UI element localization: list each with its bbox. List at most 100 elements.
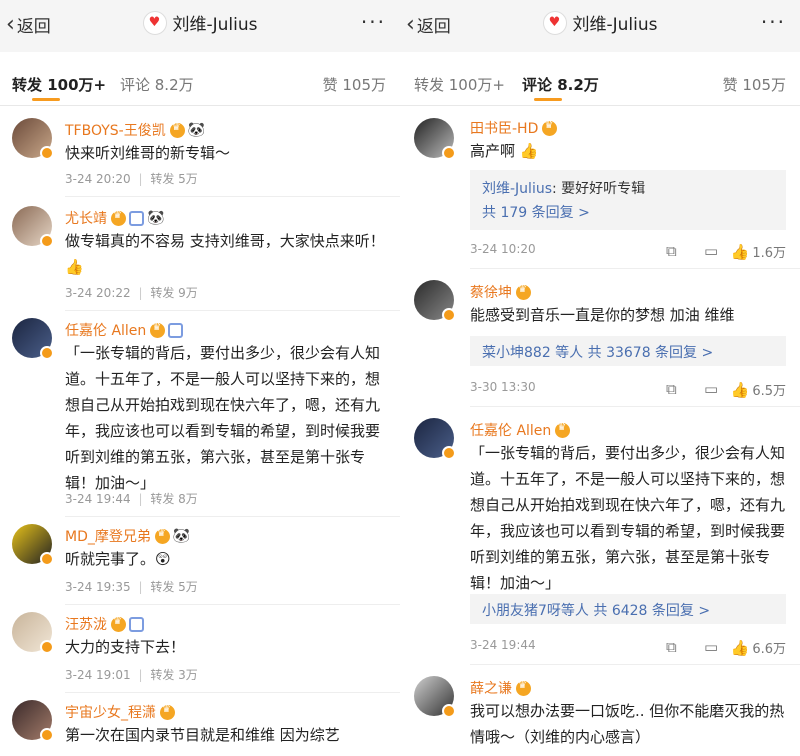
- tab-comment[interactable]: 评论 8.2万: [120, 74, 194, 95]
- crown-icon: [111, 616, 126, 632]
- top-bar: ‹ 返回 ♥ 刘维-Julius ···: [0, 0, 400, 52]
- divider: [65, 604, 400, 605]
- comment-panel: ‹ 返回 ♥ 刘维-Julius ··· 转发 100万+ 评论 8.2万 赞 …: [400, 0, 800, 756]
- post-content: 「一张专辑的背后，要付出多少，很少会有人知道。十五年了，不是一般人可以坚持下来的…: [65, 344, 381, 492]
- active-tab-indicator: [32, 98, 60, 101]
- tab-like[interactable]: 赞 105万: [323, 74, 386, 95]
- user-name-text: 田书臣-HD: [470, 121, 539, 137]
- post-content: 听就完事了。😲: [65, 550, 171, 568]
- shield-icon: [129, 616, 144, 632]
- user-name-text: 汪苏泷: [65, 617, 107, 633]
- post-meta: 3-24 19:01 | 转发 3万: [65, 668, 198, 682]
- crown-icon: [542, 120, 558, 136]
- user-name[interactable]: 汪苏泷: [65, 614, 144, 634]
- crown-icon: [516, 284, 531, 300]
- verified-badge-icon: [40, 346, 54, 360]
- reply-user[interactable]: 菜小坤882 等人: [482, 345, 583, 361]
- user-name[interactable]: 薛之谦: [470, 678, 531, 698]
- tab-like[interactable]: 赞 105万: [723, 74, 786, 95]
- like-button[interactable]: 👍 6.6万: [730, 638, 786, 658]
- thumb-up-icon: 👍: [730, 638, 750, 657]
- crown-icon: [516, 680, 531, 696]
- like-button[interactable]: 👍 1.6万: [731, 242, 786, 262]
- more-options-button[interactable]: ···: [361, 10, 386, 34]
- comment-content: 「一张专辑的背后，要付出多少，很少会有人知道。十五年了，不是一般人可以坚持下来的…: [470, 444, 786, 592]
- comment-icon[interactable]: ▭: [704, 242, 718, 260]
- user-name[interactable]: 任嘉伦 Allen: [470, 420, 571, 440]
- tab-bar: 转发 100万+ 评论 8.2万 赞 105万: [400, 52, 800, 106]
- reply-body: : 要好好听专辑: [552, 181, 646, 197]
- heart-icon: ♥: [148, 15, 161, 30]
- divider: [0, 105, 400, 106]
- more-options-button[interactable]: ···: [761, 10, 786, 34]
- like-button[interactable]: 👍 6.5万: [731, 380, 786, 400]
- reply-preview[interactable]: 菜小坤882 等人 共 33678 条回复 >: [470, 336, 786, 366]
- repost-count: 转发 5万: [150, 172, 198, 186]
- user-name-text: 薛之谦: [470, 681, 512, 697]
- comment-icon[interactable]: ▭: [704, 638, 718, 656]
- comment-time: 3-24 19:44: [470, 638, 536, 652]
- divider: [470, 406, 800, 407]
- post-time: 3-24 19:44: [65, 492, 131, 506]
- divider: [65, 692, 400, 693]
- share-icon[interactable]: ⧉: [666, 242, 677, 260]
- share-icon[interactable]: ⧉: [666, 380, 677, 398]
- tab-bar: 转发 100万+ 评论 8.2万 赞 105万: [0, 52, 400, 106]
- user-name-text: 任嘉伦 Allen: [470, 423, 552, 439]
- user-name-text: 蔡徐坤: [470, 285, 512, 301]
- crown-icon: [111, 210, 126, 226]
- verified-badge-icon: [442, 308, 456, 322]
- post-time: 3-24 19:01: [65, 668, 131, 682]
- reply-count-link[interactable]: 共 179 条回复 >: [482, 202, 590, 222]
- share-icon[interactable]: ⧉: [666, 638, 677, 656]
- crown-icon: [160, 704, 175, 720]
- repost-count: 转发 3万: [150, 668, 198, 682]
- post-time: 3-24 20:20: [65, 172, 131, 186]
- post-meta: 3-24 20:20 | 转发 5万: [65, 172, 198, 186]
- crown-icon: [154, 528, 170, 544]
- comment-time: 3-30 13:30: [470, 380, 536, 394]
- comment-actions: 3-24 10:20 ⧉ ▭ 👍 1.6万: [470, 242, 786, 262]
- tab-comment[interactable]: 评论 8.2万: [522, 74, 599, 95]
- reply-user[interactable]: 小朋友猪7呀等人: [482, 603, 589, 619]
- post-meta: 3-24 20:22 | 转发 9万: [65, 286, 198, 300]
- reply-preview[interactable]: 小朋友猪7呀等人 共 6428 条回复 >: [470, 594, 786, 624]
- comment-actions: 3-30 13:30 ⧉ ▭ 👍 6.5万: [470, 380, 786, 400]
- comment-time: 3-24 10:20: [470, 242, 536, 256]
- reply-user[interactable]: 刘维-Julius: [482, 181, 552, 197]
- crown-icon: [150, 322, 166, 338]
- shield-icon: [168, 322, 184, 338]
- user-name[interactable]: 任嘉伦 Allen: [65, 320, 184, 340]
- shield-icon: [129, 210, 144, 226]
- user-name[interactable]: 尤长靖 🐼: [65, 208, 164, 228]
- crown-icon: [169, 122, 185, 138]
- like-count: 1.6万: [752, 246, 786, 261]
- user-name[interactable]: 宇宙少女_程潇: [65, 702, 175, 722]
- post-meta: 3-24 19:35 | 转发 5万: [65, 580, 198, 594]
- tab-repost[interactable]: 转发 100万+: [414, 74, 505, 95]
- reply-text: 菜小坤882 等人 共 33678 条回复 >: [482, 342, 713, 362]
- tab-repost[interactable]: 转发 100万+: [12, 74, 106, 95]
- like-count: 6.5万: [752, 384, 786, 399]
- post-content: 第一次在国内录节目就是和维维 因为综艺: [65, 726, 340, 744]
- crown-icon: [555, 422, 571, 438]
- post-content: 大力的支持下去！: [65, 638, 186, 656]
- user-name-text: 宇宙少女_程潇: [65, 705, 156, 721]
- user-name[interactable]: 蔡徐坤: [470, 282, 531, 302]
- user-name[interactable]: TFBOYS-王俊凯 🐼: [65, 120, 205, 140]
- user-name-text: MD_摩登兄弟: [65, 529, 151, 545]
- page-title: 刘维-Julius: [572, 15, 658, 35]
- page-title: 刘维-Julius: [172, 15, 258, 35]
- reply-count-link[interactable]: 共 6428 条回复 >: [593, 603, 710, 619]
- reply-count-link[interactable]: 共 33678 条回复 >: [588, 345, 714, 361]
- user-name-text: 任嘉伦 Allen: [65, 323, 147, 339]
- reply-preview[interactable]: 刘维-Julius: 要好好听专辑 共 179 条回复 >: [470, 170, 786, 230]
- post-meta: 3-24 19:44 | 转发 8万: [65, 492, 198, 506]
- user-name[interactable]: 田书臣-HD: [470, 118, 558, 138]
- panda-icon: 🐼: [172, 528, 191, 544]
- user-name[interactable]: MD_摩登兄弟 🐼: [65, 526, 190, 546]
- comment-icon[interactable]: ▭: [704, 380, 718, 398]
- comment-actions: 3-24 19:44 ⧉ ▭ 👍 6.6万: [470, 638, 786, 658]
- panda-icon: 🐼: [187, 122, 206, 138]
- panda-icon: 🐼: [147, 210, 165, 226]
